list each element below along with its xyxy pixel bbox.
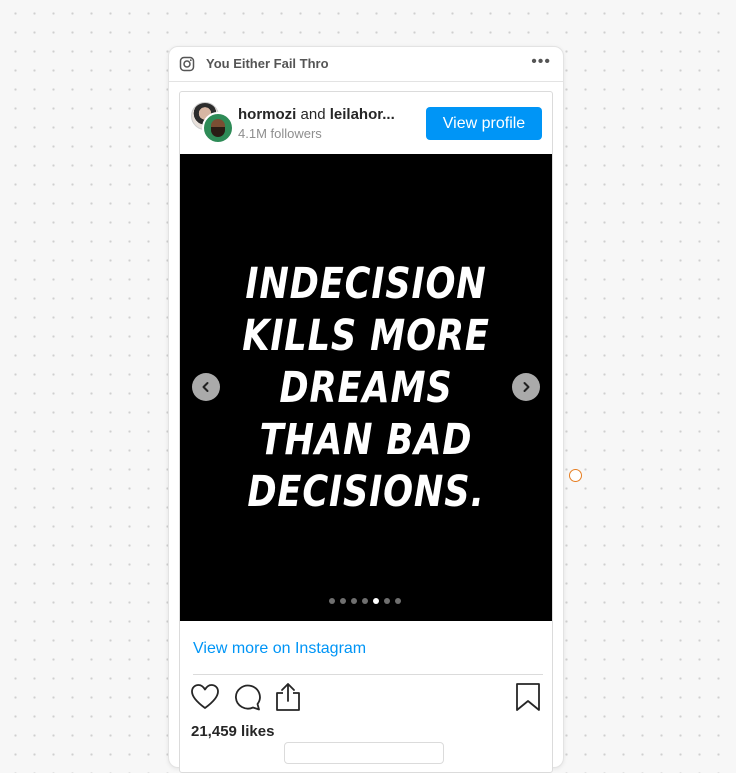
post-authors: hormozi and leilahor... bbox=[238, 106, 395, 123]
instagram-post: hormozi and leilahor... 4.1M followers V… bbox=[179, 91, 553, 773]
carousel-dot bbox=[395, 598, 401, 604]
more-options-button[interactable]: ••• bbox=[531, 53, 551, 71]
instagram-icon bbox=[179, 56, 195, 72]
instagram-embed-card: You Either Fail Thro ••• hormozi and lei… bbox=[168, 46, 564, 773]
carousel-dot bbox=[329, 598, 335, 604]
chevron-left-icon bbox=[202, 382, 209, 392]
heart-icon[interactable] bbox=[190, 682, 220, 712]
carousel-dot bbox=[362, 598, 368, 604]
bookmark-icon[interactable] bbox=[515, 682, 541, 712]
quote-line: INDECISION bbox=[245, 259, 487, 309]
carousel-next-button[interactable] bbox=[512, 373, 540, 401]
post-image[interactable]: INDECISION KILLS MORE DREAMS THAN BAD DE… bbox=[180, 154, 552, 621]
quote-text: INDECISION KILLS MORE DREAMS THAN BAD DE… bbox=[180, 258, 552, 518]
view-more-link[interactable]: View more on Instagram bbox=[193, 640, 366, 658]
follower-count: 4.1M followers bbox=[238, 126, 322, 141]
carousel-prev-button[interactable] bbox=[192, 373, 220, 401]
divider bbox=[193, 674, 543, 675]
card-header: You Either Fail Thro ••• bbox=[169, 47, 563, 82]
author-connector: and bbox=[300, 106, 326, 123]
carousel-dot bbox=[373, 598, 379, 604]
view-profile-button[interactable]: View profile bbox=[426, 107, 542, 140]
coauthor-name[interactable]: leilahor... bbox=[330, 106, 395, 123]
author-name[interactable]: hormozi bbox=[238, 106, 296, 123]
quote-line: DREAMS bbox=[279, 363, 453, 413]
card-title: You Either Fail Thro bbox=[206, 56, 329, 71]
carousel-dot bbox=[340, 598, 346, 604]
carousel-dot bbox=[351, 598, 357, 604]
avatar[interactable] bbox=[202, 112, 234, 144]
chevron-right-icon bbox=[523, 382, 530, 392]
comment-icon[interactable] bbox=[232, 682, 262, 712]
quote-line: THAN BAD bbox=[259, 415, 473, 465]
quote-line: DECISIONS. bbox=[247, 467, 485, 517]
like-count: 21,459 likes bbox=[191, 723, 275, 740]
share-icon[interactable] bbox=[273, 682, 303, 712]
quote-line: KILLS MORE bbox=[242, 311, 490, 361]
carousel-indicators bbox=[329, 598, 401, 604]
comment-input[interactable] bbox=[284, 742, 444, 764]
canvas-marker[interactable] bbox=[569, 469, 582, 482]
carousel-dot bbox=[384, 598, 390, 604]
